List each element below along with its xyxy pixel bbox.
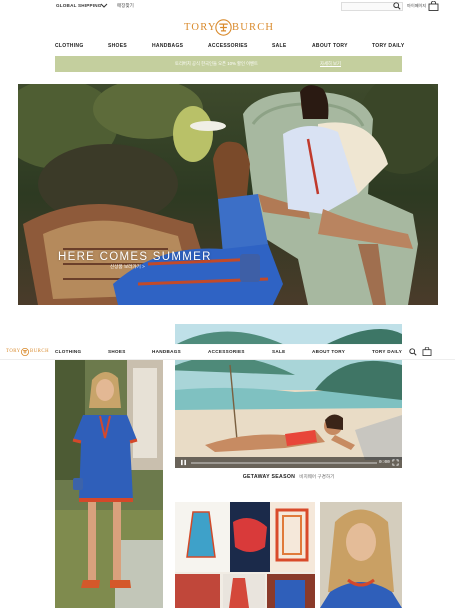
sticky-nav: TORY BURCH CLOTHING SHOES HANDBAGS ACCES… <box>0 344 455 360</box>
sticky-nav-item-about-tory[interactable]: ABOUT TORY <box>312 349 345 354</box>
video-player[interactable] <box>175 360 402 468</box>
collage-photo[interactable] <box>175 502 315 608</box>
caption-title: GETAWAY SEASON <box>242 474 296 480</box>
caption-link[interactable]: 비치웨어 구경하기 <box>299 474 334 479</box>
sticky-nav-item-tory-daily[interactable]: TORY DAILY <box>372 349 402 354</box>
nav-item-tory-daily[interactable]: TORY DAILY <box>372 43 404 49</box>
video-frame-beach <box>175 360 402 468</box>
sticky-nav-item-clothing[interactable]: CLOTHING <box>55 349 81 354</box>
tory-burch-emblem-icon <box>215 19 232 36</box>
nav-item-accessories[interactable]: ACCESSORIES <box>208 43 248 49</box>
search-icon[interactable] <box>393 2 401 10</box>
nav-item-sale[interactable]: SALE <box>272 43 287 49</box>
hero-photo <box>18 84 438 305</box>
my-page-link[interactable]: 마이페이지 <box>407 3 426 9</box>
store-locator-link[interactable]: 매장찾기 <box>117 3 134 9</box>
hero-banner[interactable]: HERE COMES SUMMER 신상품 보러가기 > <box>18 84 438 305</box>
logo-word-burch: BURCH <box>232 22 275 33</box>
sticky-brand-logo[interactable]: TORY BURCH <box>6 348 50 357</box>
video-progress-bar[interactable] <box>191 461 377 464</box>
utility-bar: GLOBAL SHIPPING 매장찾기 마이페이지 <box>0 0 455 13</box>
sticky-nav-item-shoes[interactable]: SHOES <box>108 349 126 354</box>
brand-logo[interactable]: TORY BURCH <box>184 19 275 37</box>
promo-link[interactable]: 자세히 보기 <box>320 61 341 67</box>
video-caption[interactable]: GETAWAY SEASON 비치웨어 구경하기 <box>175 474 402 480</box>
promo-banner[interactable]: 토리버치 공식 한국인들 오픈 10% 할인 이벤트 자세히 보기 <box>55 56 402 72</box>
main-nav: CLOTHING SHOES HANDBAGS ACCESSORIES SALE… <box>0 43 455 53</box>
video-time: 0:00 <box>379 459 390 465</box>
sticky-nav-item-accessories[interactable]: ACCESSORIES <box>208 349 245 354</box>
search-icon[interactable] <box>409 348 417 356</box>
sticky-emblem-icon <box>21 348 29 356</box>
nav-item-handbags[interactable]: HANDBAGS <box>152 43 183 49</box>
beach-photo-top <box>175 324 402 345</box>
global-shipping-link[interactable]: GLOBAL SHIPPING <box>56 3 102 8</box>
nav-item-clothing[interactable]: CLOTHING <box>55 43 84 49</box>
sticky-logo-word-burch: BURCH <box>30 349 50 354</box>
nav-item-shoes[interactable]: SHOES <box>108 43 127 49</box>
video-controls: 0:00 <box>175 457 402 468</box>
logo-word-tory: TORY <box>184 22 217 33</box>
hero-cta-link[interactable]: 신상품 보러가기 > <box>110 264 145 270</box>
nav-item-about-tory[interactable]: ABOUT TORY <box>312 43 348 49</box>
model-portrait-photo[interactable] <box>320 502 402 608</box>
chevron-down-icon[interactable] <box>99 1 109 10</box>
shopping-bag-icon[interactable] <box>422 347 432 356</box>
model-photo-blue-dress[interactable] <box>55 360 163 608</box>
promo-text: 토리버치 공식 한국인들 오픈 10% 할인 이벤트 <box>175 61 258 66</box>
sticky-nav-item-sale[interactable]: SALE <box>272 349 285 354</box>
hero-title: HERE COMES SUMMER <box>58 251 212 263</box>
fullscreen-icon[interactable] <box>392 459 399 466</box>
sticky-nav-item-handbags[interactable]: HANDBAGS <box>152 349 181 354</box>
pause-icon[interactable] <box>180 459 187 466</box>
sticky-logo-word-tory: TORY <box>6 349 21 354</box>
shopping-bag-icon[interactable] <box>428 1 439 11</box>
